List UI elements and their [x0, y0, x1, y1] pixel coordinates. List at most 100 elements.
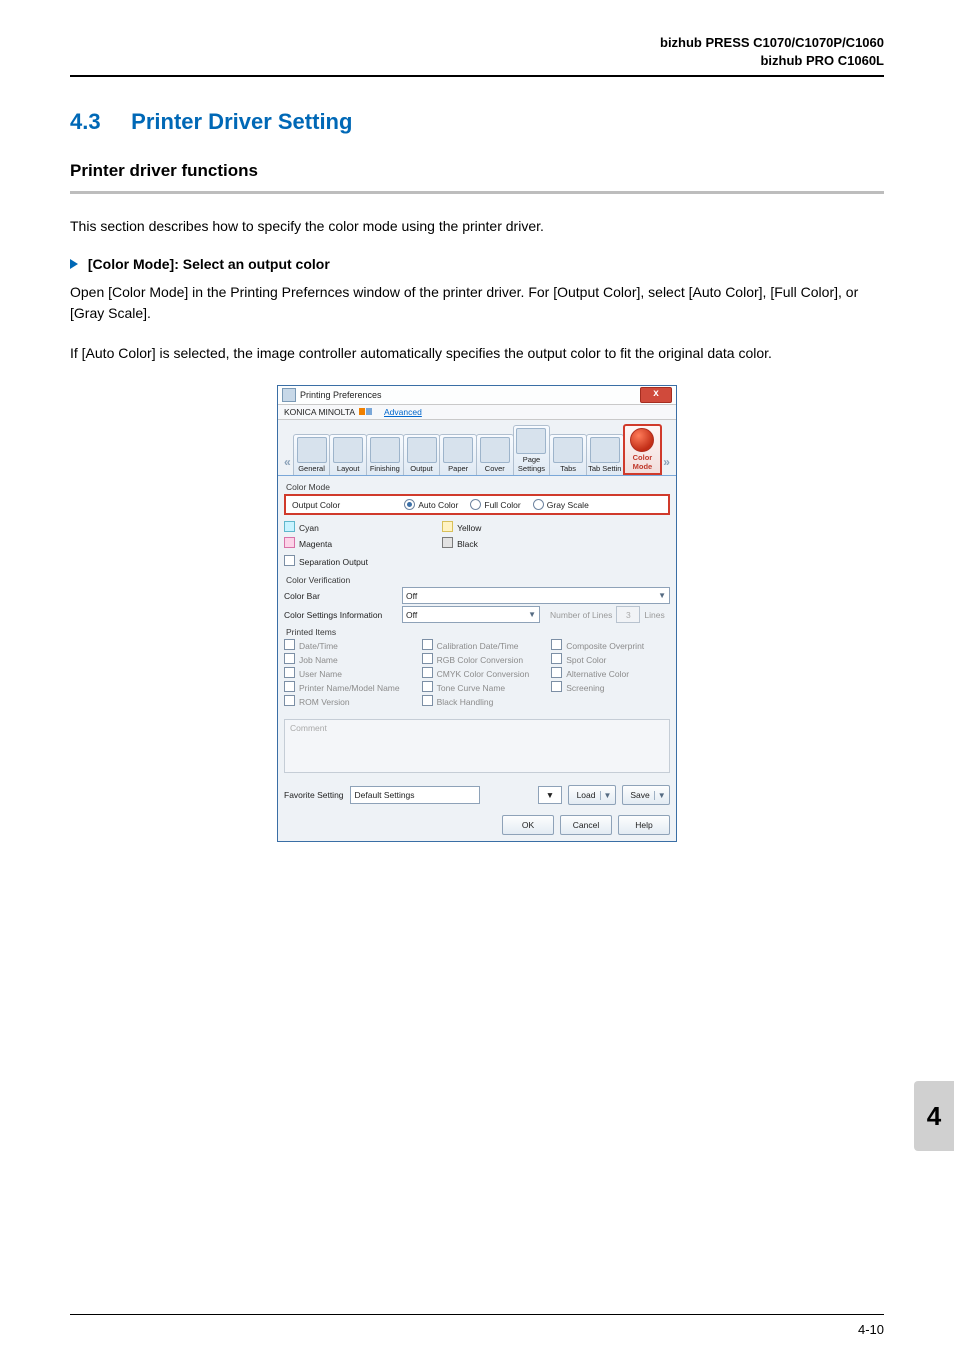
chevron-down-icon: ▼ [654, 791, 666, 800]
tab-general[interactable]: General [293, 434, 331, 475]
number-of-lines: Number of Lines 3 Lines [550, 606, 665, 623]
step-heading-text: [Color Mode]: Select an output color [88, 256, 330, 272]
brand-bars-icon [359, 407, 372, 417]
chevron-down-icon: ▼ [528, 610, 536, 619]
dialog-titlebar: Printing Preferences x [278, 386, 676, 405]
subsection-rule [70, 191, 884, 194]
header-line-2: bizhub PRO C1060L [70, 52, 884, 70]
lines-spinner[interactable]: 3 [616, 606, 640, 623]
save-button[interactable]: Save▼ [622, 785, 670, 805]
checkbox-user-name[interactable]: User Name [284, 667, 400, 679]
checkbox-alternative-color[interactable]: Alternative Color [551, 667, 644, 679]
checkbox-magenta[interactable]: Magenta [284, 537, 332, 549]
checkbox-cyan[interactable]: Cyan [284, 521, 332, 533]
section-title: 4.3 Printer Driver Setting [70, 109, 884, 135]
printed-items-label: Printed Items [286, 627, 670, 637]
tabs-scroll-right[interactable]: » [661, 455, 672, 475]
window-icon [282, 388, 296, 402]
intro-text: This section describes how to specify th… [70, 216, 884, 236]
radio-auto-color[interactable]: Auto Color [404, 499, 458, 510]
color-settings-info-label: Color Settings Information [284, 610, 396, 620]
chevron-down-icon: ▼ [658, 591, 666, 600]
checkbox-job-name[interactable]: Job Name [284, 653, 400, 665]
color-bar-row: Color Bar Off ▼ [284, 587, 670, 604]
dialog-buttons: OK Cancel Help [284, 811, 670, 835]
tab-strip: « General Layout Finishing Output Paper … [278, 420, 676, 476]
tab-output[interactable]: Output [403, 434, 441, 475]
load-button[interactable]: Load▼ [568, 785, 616, 805]
comment-label: Comment [290, 723, 327, 733]
header-rule [70, 75, 884, 77]
radio-icon [533, 499, 544, 510]
favorite-setting-label: Favorite Setting [284, 790, 344, 800]
checkbox-yellow[interactable]: Yellow [442, 521, 481, 533]
checkbox-rgb-conversion[interactable]: RGB Color Conversion [422, 653, 530, 665]
cancel-button[interactable]: Cancel [560, 815, 612, 835]
color-bar-select[interactable]: Off ▼ [402, 587, 670, 604]
color-settings-info-select[interactable]: Off ▼ [402, 606, 540, 623]
close-button[interactable]: x [640, 387, 672, 403]
header-product-lines: bizhub PRESS C1070/C1070P/C1060 bizhub P… [70, 34, 884, 69]
favorite-setting-value: Default Settings [350, 786, 480, 804]
tab-finishing[interactable]: Finishing [366, 434, 404, 475]
tab-layout[interactable]: Layout [329, 434, 367, 475]
printing-preferences-dialog: Printing Preferences x KONICA MINOLTA Ad… [277, 385, 677, 842]
favorite-setting-row: Favorite Setting Default Settings ▼ Load… [284, 785, 670, 805]
tab-tabs-icon [553, 437, 583, 463]
group-color-mode-label: Color Mode [286, 482, 670, 492]
radio-icon [404, 499, 415, 510]
tab-color-mode-icon [630, 428, 654, 452]
section-number: 4.3 [70, 109, 101, 134]
chapter-tab: 4 [914, 1081, 954, 1151]
help-button[interactable]: Help [618, 815, 670, 835]
tab-tabs[interactable]: Tabs [549, 434, 587, 475]
color-verification-label: Color Verification [286, 575, 670, 585]
tab-finishing-icon [370, 437, 400, 463]
checkbox-rom-version[interactable]: ROM Version [284, 695, 400, 707]
tabs-scroll-left[interactable]: « [282, 455, 293, 475]
radio-gray-scale[interactable]: Gray Scale [533, 499, 589, 510]
step-paragraph-2: If [Auto Color] is selected, the image c… [70, 343, 884, 363]
comment-textarea[interactable]: Comment [284, 719, 670, 773]
header-line-1: bizhub PRESS C1070/C1070P/C1060 [70, 34, 884, 52]
tab-cover[interactable]: Cover [476, 434, 514, 475]
checkbox-screening[interactable]: Screening [551, 681, 644, 693]
subsection-title: Printer driver functions [70, 161, 884, 181]
tab-general-icon [297, 437, 327, 463]
checkbox-date-time[interactable]: Date/Time [284, 639, 400, 651]
checkbox-printer-name[interactable]: Printer Name/Model Name [284, 681, 400, 693]
brand-bar: KONICA MINOLTA Advanced [278, 405, 676, 420]
checkbox-calibration-date-time[interactable]: Calibration Date/Time [422, 639, 530, 651]
chevron-down-icon: ▼ [600, 791, 612, 800]
favorite-setting-dropdown[interactable]: ▼ [538, 786, 562, 804]
tab-paper[interactable]: Paper [439, 434, 477, 475]
tab-tab-settings[interactable]: Tab Settin [586, 434, 624, 475]
output-color-label: Output Color [292, 500, 340, 510]
page: bizhub PRESS C1070/C1070P/C1060 bizhub P… [0, 0, 954, 1351]
ok-button[interactable]: OK [502, 815, 554, 835]
radio-icon [470, 499, 481, 510]
page-number: 4-10 [858, 1322, 884, 1337]
step-heading: [Color Mode]: Select an output color [70, 256, 884, 272]
chevron-down-icon: ▼ [546, 790, 554, 800]
checkbox-separation-output[interactable]: Separation Output [284, 555, 670, 567]
tab-tab-settings-icon [590, 437, 620, 463]
ink-colors: Cyan Magenta Yellow Black [284, 521, 670, 549]
tab-output-icon [407, 437, 437, 463]
advanced-link[interactable]: Advanced [384, 407, 422, 417]
checkbox-cmyk-conversion[interactable]: CMYK Color Conversion [422, 667, 530, 679]
output-color-row: Output Color Auto Color Full Color Gray … [284, 494, 670, 515]
tab-page-settings[interactable]: Page Settings [513, 425, 551, 475]
tab-page-settings-icon [516, 428, 546, 454]
dialog-title: Printing Preferences [300, 390, 382, 400]
checkbox-black[interactable]: Black [442, 537, 481, 549]
checkbox-spot-color[interactable]: Spot Color [551, 653, 644, 665]
triangle-icon [70, 259, 78, 269]
checkbox-tone-curve-name[interactable]: Tone Curve Name [422, 681, 530, 693]
color-settings-info-row: Color Settings Information Off ▼ Number … [284, 606, 670, 623]
checkbox-composite-overprint[interactable]: Composite Overprint [551, 639, 644, 651]
radio-full-color[interactable]: Full Color [470, 499, 520, 510]
tab-color-mode[interactable]: Color Mode [623, 424, 663, 475]
checkbox-black-handling[interactable]: Black Handling [422, 695, 530, 707]
step-paragraph-1: Open [Color Mode] in the Printing Prefer… [70, 282, 884, 323]
